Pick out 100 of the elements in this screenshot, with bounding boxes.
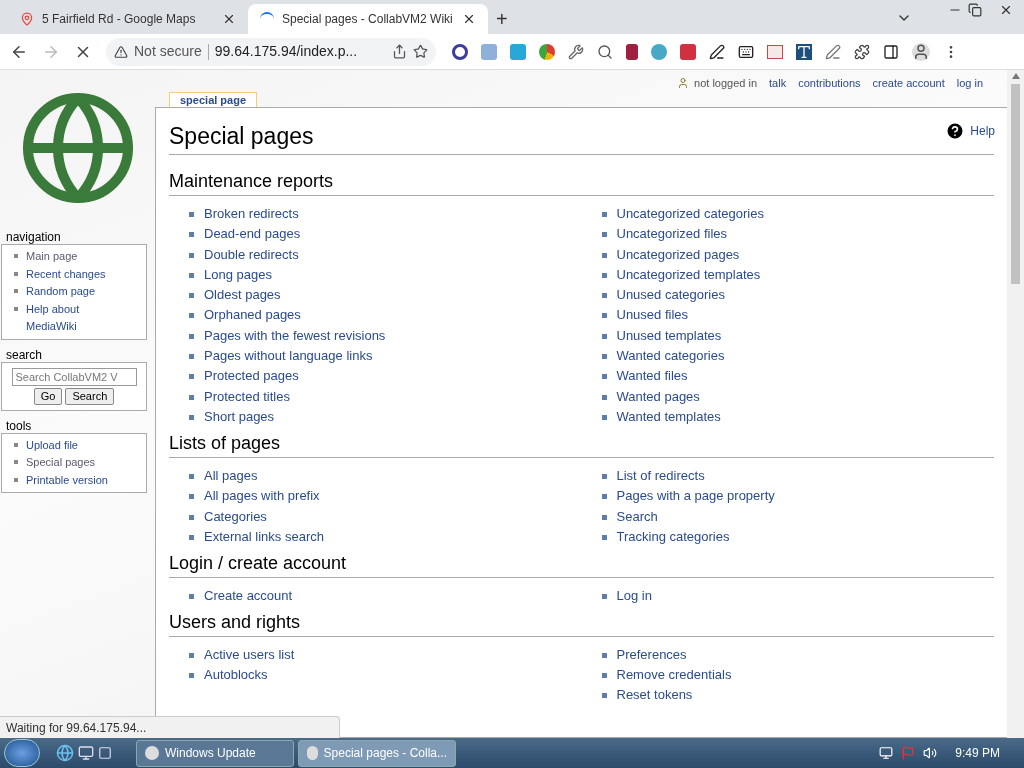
- sidebar-link[interactable]: Main page: [26, 248, 118, 266]
- sidebar-link[interactable]: Help about MediaWiki: [26, 300, 118, 336]
- portlet-heading: navigation: [5, 230, 62, 244]
- page-link[interactable]: Tracking categories: [616, 527, 730, 546]
- search-button[interactable]: Go: [33, 387, 63, 405]
- browser-tab[interactable]: 5 Fairfield Rd - Google Maps: [8, 4, 248, 34]
- page-link[interactable]: Unused templates: [616, 326, 722, 345]
- bullet-icon: [601, 693, 607, 699]
- page-link[interactable]: All pages with prefix: [204, 487, 320, 506]
- page-link[interactable]: Oldest pages: [204, 286, 281, 305]
- sidebar-link[interactable]: Random page: [26, 283, 118, 301]
- sidebar-link[interactable]: Recent changes: [26, 265, 118, 283]
- new-tab-button[interactable]: +: [488, 4, 516, 34]
- extension-icon[interactable]: [680, 43, 696, 60]
- puzzle-icon[interactable]: [854, 43, 870, 60]
- page-link[interactable]: External links search: [204, 527, 324, 546]
- personal-tool-link[interactable]: not logged in: [694, 74, 758, 92]
- personal-tool-link[interactable]: contributions: [798, 74, 861, 92]
- bullet-icon: [189, 313, 194, 319]
- personal-tool-link[interactable]: create account: [872, 74, 945, 92]
- browser-icon[interactable]: [56, 744, 74, 762]
- page-link[interactable]: Orphaned pages: [204, 306, 301, 325]
- page-link[interactable]: Broken redirects: [204, 205, 299, 223]
- start-button[interactable]: [4, 739, 40, 767]
- page-link[interactable]: Double redirects: [204, 245, 299, 264]
- edit-icon[interactable]: [825, 43, 841, 60]
- portlet-heading: search: [5, 347, 44, 362]
- page-link[interactable]: Wanted files: [616, 367, 688, 386]
- page-link[interactable]: Autoblocks: [204, 666, 268, 685]
- close-icon[interactable]: [462, 12, 476, 26]
- page-link[interactable]: Preferences: [616, 645, 687, 664]
- page-link[interactable]: Remove credentials: [616, 666, 732, 685]
- address-bar[interactable]: Not secure 99.64.175.94/index.p...: [106, 37, 436, 66]
- profile-icon[interactable]: [912, 42, 930, 61]
- bookmark-icon[interactable]: [413, 44, 428, 59]
- page-link[interactable]: Uncategorized categories: [616, 205, 764, 223]
- extension-icon[interactable]: [626, 43, 638, 60]
- page-link[interactable]: Active users list: [204, 645, 295, 664]
- page-link[interactable]: All pages: [204, 466, 258, 485]
- extension-icon[interactable]: [452, 43, 468, 60]
- bullet-icon: [601, 593, 607, 599]
- page-link[interactable]: Protected pages: [204, 367, 299, 386]
- page-link[interactable]: Search: [616, 507, 658, 526]
- page-link[interactable]: Uncategorized files: [616, 225, 728, 244]
- close-icon[interactable]: [999, 3, 1013, 17]
- page-link[interactable]: Unused categories: [616, 286, 725, 305]
- font-icon[interactable]: [796, 43, 812, 60]
- page-link[interactable]: Pages with the fewest revisions: [204, 326, 386, 345]
- extension-icon[interactable]: [767, 44, 783, 59]
- page-link[interactable]: Pages without language links: [204, 347, 373, 366]
- keyboard-icon[interactable]: [738, 43, 754, 60]
- close-icon[interactable]: [222, 12, 236, 26]
- page-link[interactable]: Uncategorized pages: [616, 245, 740, 264]
- scrollbar-thumb[interactable]: [1011, 84, 1020, 284]
- search-button[interactable]: Search: [65, 387, 115, 405]
- browser-tab[interactable]: Special pages - CollabVM2 Wiki: [248, 4, 488, 34]
- page-link[interactable]: Protected titles: [204, 387, 290, 406]
- section-heading: Users and rights: [169, 609, 994, 637]
- page-link[interactable]: Reset tokens: [616, 686, 693, 705]
- volume-icon[interactable]: [923, 746, 938, 760]
- tab-title: Special pages - CollabVM2 Wiki: [282, 11, 454, 28]
- page-link[interactable]: Create account: [204, 586, 293, 605]
- page-link[interactable]: Dead-end pages: [204, 225, 301, 244]
- network-icon[interactable]: [879, 746, 894, 760]
- sidebar-link[interactable]: Upload file: [26, 436, 118, 454]
- page-link[interactable]: Categories: [204, 507, 267, 526]
- page-link[interactable]: Wanted categories: [616, 347, 725, 366]
- bullet-icon: [189, 374, 194, 380]
- page-link[interactable]: Unused files: [616, 306, 689, 325]
- page-link[interactable]: Long pages: [204, 265, 272, 284]
- extension-icon[interactable]: [539, 43, 555, 60]
- content-tab[interactable]: special page: [169, 92, 258, 108]
- section-heading: Login / create account: [169, 550, 994, 578]
- page-link[interactable]: Log in: [616, 586, 652, 605]
- page-link[interactable]: Pages with a page property: [616, 487, 775, 506]
- desktop-icon[interactable]: [78, 745, 94, 761]
- bullet-icon: [189, 514, 194, 520]
- page-link[interactable]: Wanted pages: [616, 387, 700, 406]
- clock[interactable]: 9:49 PM: [955, 744, 1000, 762]
- page-link[interactable]: List of redirects: [616, 466, 705, 485]
- restore-icon[interactable]: [968, 3, 982, 17]
- page-link[interactable]: Short pages: [204, 407, 275, 426]
- scroll-up-icon[interactable]: [1011, 73, 1020, 79]
- wrench-icon[interactable]: [568, 43, 584, 60]
- sidebar-link[interactable]: Printable version: [26, 471, 118, 489]
- side-panel-icon[interactable]: [883, 43, 899, 60]
- magnifier-icon[interactable]: [597, 43, 613, 60]
- pen-icon[interactable]: [709, 43, 725, 60]
- taskbar-button[interactable]: Windows Update: [136, 739, 294, 767]
- bullet-icon: [189, 534, 194, 540]
- sidebar-link[interactable]: Special pages: [26, 454, 118, 472]
- help-link[interactable]: Help: [945, 121, 995, 141]
- search-field[interactable]: Search CollabVM2 V: [11, 367, 137, 386]
- personal-tool-link[interactable]: talk: [769, 74, 787, 92]
- page-link[interactable]: Uncategorized templates: [616, 265, 761, 284]
- bullet-icon: [14, 442, 18, 447]
- share-icon[interactable]: [392, 44, 407, 59]
- page-link[interactable]: Wanted templates: [616, 407, 721, 426]
- personal-tool-link[interactable]: log in: [956, 74, 983, 92]
- window-icon[interactable]: [98, 746, 112, 760]
